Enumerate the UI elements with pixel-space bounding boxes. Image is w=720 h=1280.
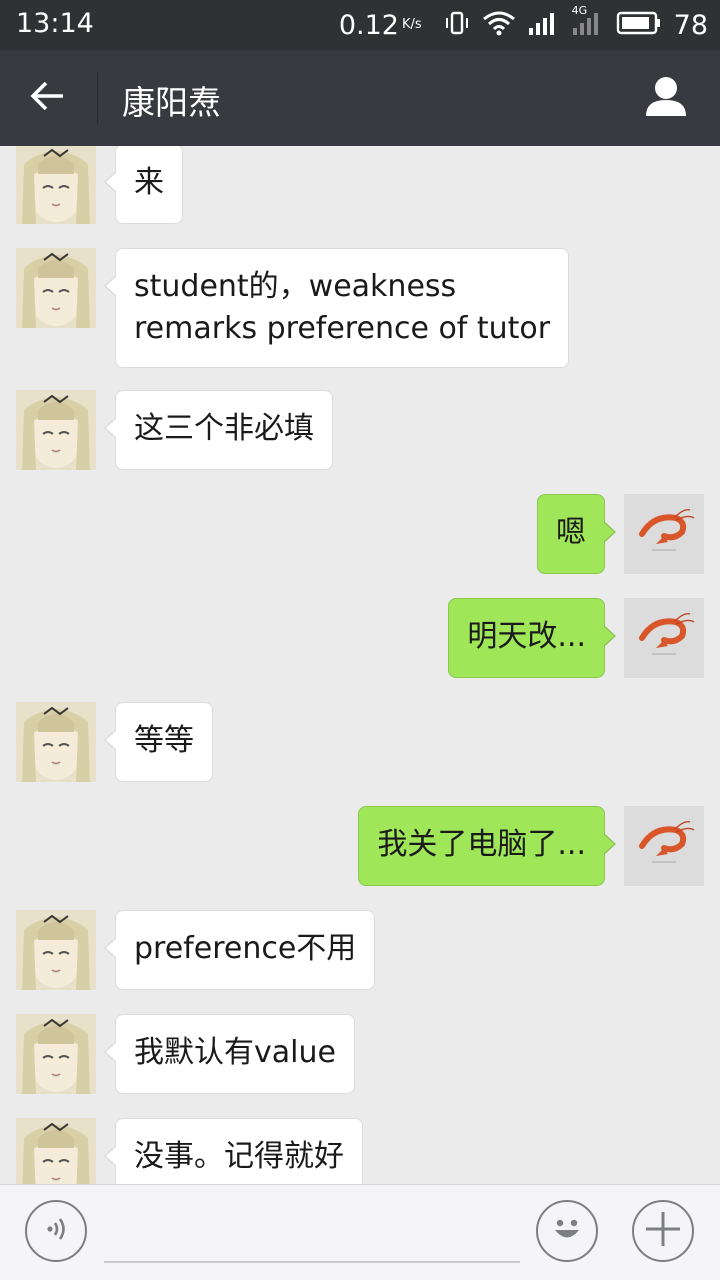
vibrate-icon: [444, 10, 470, 40]
status-bar: 13:14 0.12 K/s 4G 78: [0, 0, 720, 50]
contact-avatar[interactable]: [16, 1014, 96, 1094]
emoji-button[interactable]: [536, 1200, 598, 1262]
message-list[interactable]: 来 student的，weakness remarks preference of…: [0, 146, 720, 1184]
plus-icon: [643, 1209, 683, 1253]
back-arrow-icon: [30, 80, 66, 116]
incoming-message-bubble[interactable]: 来: [104, 146, 183, 224]
my-avatar[interactable]: [624, 494, 704, 574]
message-row: 这三个非必填: [0, 390, 720, 470]
outgoing-message-bubble[interactable]: 明天改...: [448, 598, 616, 678]
message-row: 嗯: [0, 494, 720, 574]
my-avatar[interactable]: [624, 806, 704, 886]
contact-avatar[interactable]: [16, 248, 96, 328]
contact-avatar[interactable]: [16, 390, 96, 470]
title-bar: 康阳焘: [0, 50, 720, 146]
incoming-message-bubble[interactable]: 我默认有value: [104, 1014, 355, 1094]
more-button[interactable]: [632, 1200, 694, 1262]
contact-avatar[interactable]: [16, 1118, 96, 1184]
voice-icon: [41, 1214, 71, 1248]
chat-title: 康阳焘: [122, 83, 221, 122]
message-row: preference不用: [0, 910, 720, 990]
signal-4g-icon: 4G: [572, 4, 604, 40]
message-input[interactable]: [104, 1205, 520, 1263]
outgoing-message-bubble[interactable]: 我关了电脑了...: [358, 806, 616, 886]
contact-avatar[interactable]: [16, 702, 96, 782]
message-row: 我默认有value: [0, 1014, 720, 1094]
my-avatar[interactable]: [624, 598, 704, 678]
incoming-message-bubble[interactable]: 没事。记得就好: [104, 1118, 363, 1184]
contact-avatar[interactable]: [16, 146, 96, 224]
message-row: student的，weakness remarks preference of …: [0, 248, 720, 368]
chat-info-button[interactable]: [640, 72, 692, 124]
voice-toggle-button[interactable]: [25, 1200, 87, 1262]
input-bar: [0, 1184, 720, 1280]
back-button[interactable]: [22, 74, 74, 122]
contact-avatar[interactable]: [16, 910, 96, 990]
status-indicators: 0.12 K/s 4G 78: [338, 4, 708, 42]
message-row: 等等: [0, 702, 720, 782]
signal-icon: [528, 10, 560, 40]
wifi-icon: [482, 10, 516, 40]
input-underline: [104, 1261, 520, 1263]
network-type-label: 4G: [571, 4, 588, 17]
battery-icon: [616, 10, 662, 40]
message-row: 没事。记得就好: [0, 1118, 720, 1184]
person-icon: [644, 75, 688, 121]
message-row: 明天改...: [0, 598, 720, 678]
outgoing-message-bubble[interactable]: 嗯: [537, 494, 616, 574]
battery-level: 78: [673, 9, 708, 41]
incoming-message-bubble[interactable]: 这三个非必填: [104, 390, 333, 470]
net-speed-unit: K/s: [401, 17, 422, 32]
message-row: 来: [0, 146, 720, 224]
net-speed: 0.12: [338, 9, 399, 41]
message-row: 我关了电脑了...: [0, 806, 720, 886]
emoji-icon: [547, 1209, 587, 1253]
status-time: 13:14: [16, 8, 94, 39]
incoming-message-bubble[interactable]: student的，weakness remarks preference of …: [103, 248, 570, 368]
title-divider: [97, 72, 98, 124]
incoming-message-bubble[interactable]: preference不用: [103, 910, 376, 990]
incoming-message-bubble[interactable]: 等等: [104, 702, 213, 782]
